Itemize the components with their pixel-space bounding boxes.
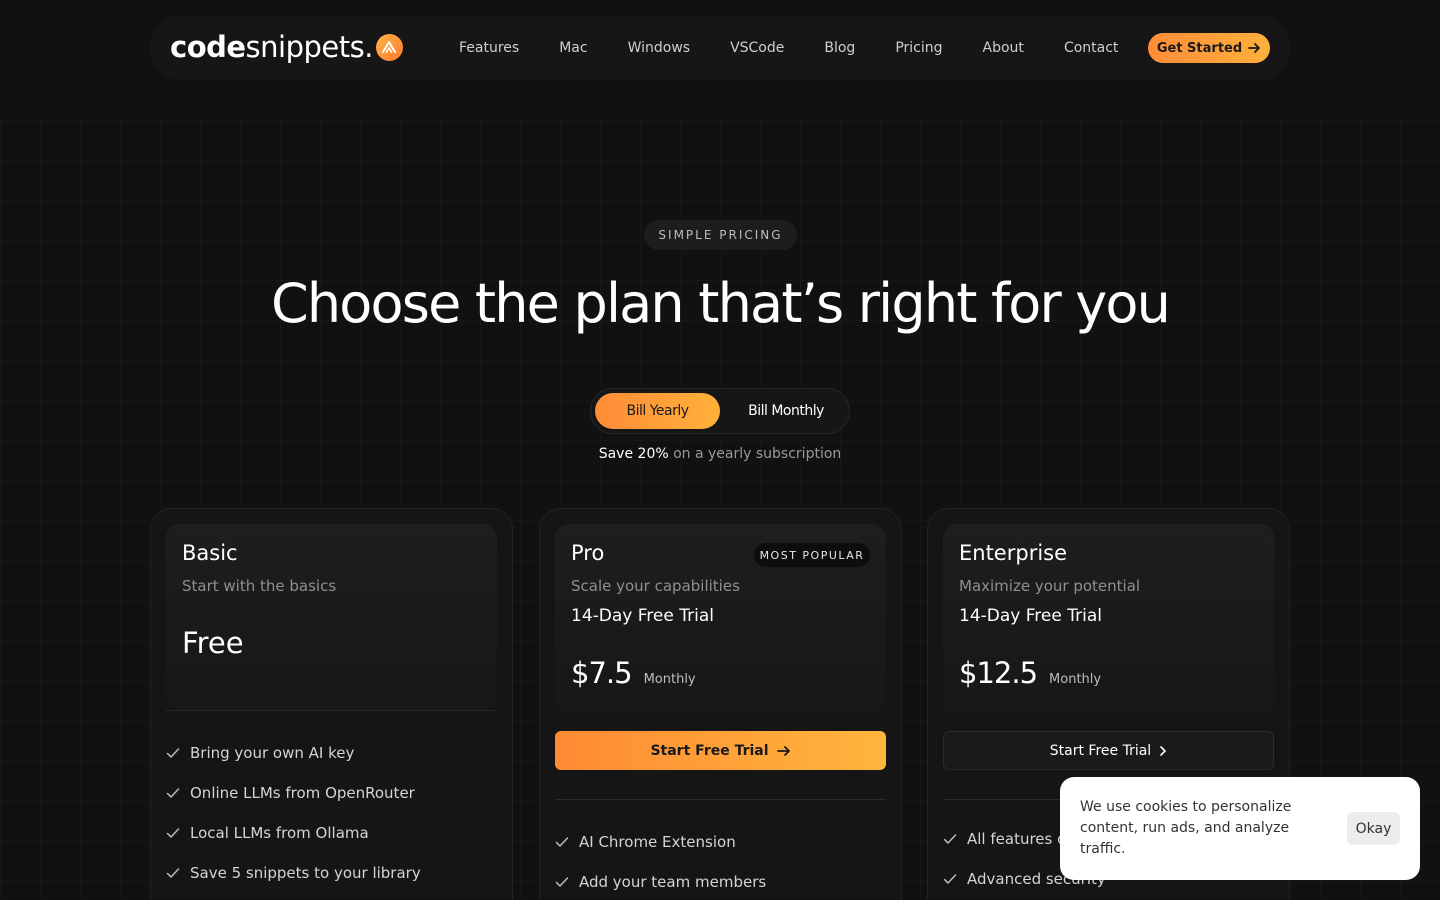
savings-text: on a yearly subscription	[668, 446, 842, 462]
plan-header-pro: Pro MOST POPULAR Scale your capabilities…	[555, 524, 886, 714]
feature-item: Save 5 snippets to your library	[166, 853, 497, 893]
nav-link-blog[interactable]: Blog	[824, 40, 855, 56]
bill-yearly-option[interactable]: Bill Yearly	[595, 393, 720, 429]
plan-card-basic: Basic Start with the basics Free Bring y…	[150, 508, 513, 900]
logo-text-bold: code	[170, 30, 246, 64]
feature-text: Add your team members	[579, 873, 767, 891]
check-icon	[555, 877, 569, 887]
plan-card-pro: Pro MOST POPULAR Scale your capabilities…	[539, 508, 902, 900]
nav-link-contact[interactable]: Contact	[1064, 40, 1118, 56]
card-divider	[555, 799, 886, 800]
feature-list: AI Chrome Extension Add your team member…	[555, 822, 886, 900]
feature-item: Add your team members	[555, 862, 886, 900]
price-period: Monthly	[1049, 672, 1102, 687]
logo-text-light: snippets.	[245, 30, 374, 64]
plan-price: $7.5 Monthly	[571, 656, 696, 690]
bill-monthly-option[interactable]: Bill Monthly	[726, 393, 846, 429]
plan-header-basic: Basic Start with the basics Free	[166, 524, 497, 710]
check-icon	[166, 748, 180, 758]
savings-note: Save 20% on a yearly subscription	[0, 446, 1440, 462]
check-icon	[943, 834, 957, 844]
nav-link-windows[interactable]: Windows	[628, 40, 691, 56]
simple-pricing-badge: SIMPLE PRICING	[644, 220, 797, 250]
logo-mark-icon	[375, 33, 403, 61]
plan-name: Basic	[182, 541, 238, 565]
feature-text: Local LLMs from Ollama	[190, 824, 369, 842]
top-navbar: code snippets. Features Mac Windows VSCod…	[150, 15, 1290, 81]
feature-item: Local LLMs from Ollama	[166, 813, 497, 853]
savings-amount: Save 20%	[598, 446, 669, 462]
price-amount: $12.5	[959, 656, 1038, 690]
plan-tagline: Maximize your potential	[959, 577, 1141, 595]
cookie-okay-button[interactable]: Okay	[1347, 812, 1400, 845]
plan-header-enterprise: Enterprise Maximize your potential 14-Da…	[943, 524, 1274, 714]
check-icon	[166, 788, 180, 798]
price-amount: $7.5	[571, 656, 633, 690]
arrow-right-icon	[1248, 43, 1261, 53]
plan-trial: 14-Day Free Trial	[959, 606, 1102, 626]
plan-trial: 14-Day Free Trial	[571, 606, 714, 626]
chevron-right-icon	[1160, 745, 1167, 756]
nav-link-pricing[interactable]: Pricing	[895, 40, 942, 56]
nav-link-features[interactable]: Features	[459, 40, 519, 56]
cta-label: Start Free Trial	[650, 742, 769, 759]
feature-item: Online LLMs from OpenRouter	[166, 773, 497, 813]
feature-text: Online LLMs from OpenRouter	[190, 784, 415, 802]
check-icon	[166, 868, 180, 878]
plan-tagline: Scale your capabilities	[571, 577, 740, 595]
price-period: Monthly	[643, 672, 696, 687]
check-icon	[943, 874, 957, 884]
logo[interactable]: code snippets.	[170, 29, 403, 65]
cta-label: Start Free Trial	[1049, 742, 1152, 759]
plan-price: $12.5 Monthly	[959, 656, 1101, 690]
plan-tagline: Start with the basics	[182, 577, 337, 595]
card-divider	[166, 710, 497, 711]
plan-name: Pro	[571, 541, 605, 565]
feature-text: AI Chrome Extension	[579, 833, 736, 851]
get-started-button[interactable]: Get Started	[1148, 33, 1270, 63]
arrow-right-icon	[776, 745, 790, 756]
feature-text: All features o	[967, 830, 1067, 848]
get-started-label: Get Started	[1156, 40, 1243, 56]
nav-link-mac[interactable]: Mac	[559, 40, 587, 56]
billing-toggle: Bill Yearly Bill Monthly	[590, 388, 850, 434]
cookie-message: We use cookies to personalize content, r…	[1080, 799, 1292, 857]
feature-list: Bring your own AI key Online LLMs from O…	[166, 733, 497, 893]
page-title: Choose the plan that’s right for you	[270, 272, 1171, 335]
nav-link-vscode[interactable]: VSCode	[730, 40, 784, 56]
feature-text: Save 5 snippets to your library	[190, 864, 421, 882]
cookie-banner: We use cookies to personalize content, r…	[1060, 777, 1420, 880]
feature-item: Bring your own AI key	[166, 733, 497, 773]
start-free-trial-button-enterprise[interactable]: Start Free Trial	[943, 731, 1274, 770]
check-icon	[555, 837, 569, 847]
plan-name: Enterprise	[959, 541, 1068, 565]
nav-links: Features Mac Windows VSCode Blog Pricing…	[459, 15, 1158, 81]
plan-price: Free	[182, 626, 244, 660]
feature-item: AI Chrome Extension	[555, 822, 886, 862]
check-icon	[166, 828, 180, 838]
most-popular-badge: MOST POPULAR	[754, 543, 870, 567]
feature-text: Bring your own AI key	[190, 744, 355, 762]
start-free-trial-button-pro[interactable]: Start Free Trial	[555, 731, 886, 770]
nav-link-about[interactable]: About	[983, 40, 1024, 56]
